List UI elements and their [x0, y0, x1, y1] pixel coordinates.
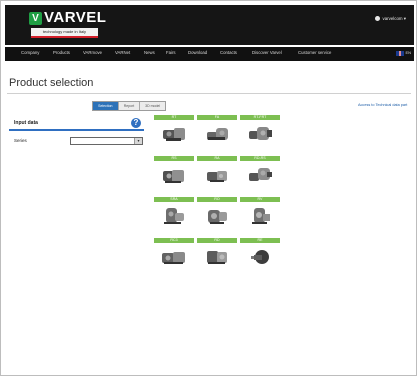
product-tile-rd-rs[interactable]: RD-RS — [240, 156, 280, 192]
product-tile-label: RD-RS — [240, 156, 280, 161]
gearbox-motor-icon — [207, 128, 228, 140]
gearbox-motor-icon — [249, 168, 272, 181]
product-tile-label: RC3 — [154, 238, 194, 243]
varvel-logo-text: VARVEL — [44, 9, 107, 26]
product-tile-label: RD — [197, 238, 237, 243]
page-title: Product selection — [9, 77, 94, 89]
nav-item-news[interactable]: News — [144, 50, 155, 55]
gearbox-motor-icon — [163, 128, 185, 141]
tab-3d-model[interactable]: 3D model — [140, 102, 165, 110]
product-tile-fa[interactable]: FA — [197, 115, 237, 151]
product-tile-label: RS — [154, 156, 194, 161]
varvel-logo-icon: V — [29, 12, 42, 25]
nav-item-download[interactable]: Download — [188, 50, 207, 55]
series-label: Series — [14, 138, 27, 143]
chevron-down-icon: ▾ — [403, 16, 406, 21]
product-tile-label: RT-FRT — [240, 115, 280, 120]
product-tile-rv[interactable]: RV — [240, 197, 280, 233]
browser-frame: V VARVEL technology made in Italy varvel… — [0, 0, 417, 376]
chevron-down-icon: ▾ — [134, 138, 142, 144]
gearbox-motor-icon — [252, 208, 270, 224]
gearbox-motor-icon — [162, 252, 185, 264]
gearbox-motor-icon — [207, 251, 227, 264]
product-grid: RT FA RT-FRT RS RA RD-RS SRA RO RV RC3 R… — [154, 115, 280, 275]
product-tile-sra[interactable]: SRA — [154, 197, 194, 233]
user-menu[interactable]: varvelcom ▾ — [375, 16, 406, 22]
tagline: technology made in Italy — [31, 28, 98, 38]
nav-item-contacts[interactable]: Contacts — [220, 50, 237, 55]
gearbox-motor-icon — [164, 208, 184, 224]
title-divider — [7, 93, 411, 94]
product-tile-rt-frt[interactable]: RT-FRT — [240, 115, 280, 151]
selection-tabs: Selection Report 3D model — [92, 101, 166, 111]
product-tile-ra[interactable]: RA — [197, 156, 237, 192]
help-icon[interactable]: ? — [131, 118, 141, 128]
gearbox-motor-icon — [163, 170, 184, 183]
tab-report[interactable]: Report — [118, 102, 141, 110]
nav-item-varmove[interactable]: VARmove — [83, 50, 102, 55]
user-icon — [375, 16, 381, 22]
nav-item-discover-varvel[interactable]: Discover Varvel — [252, 50, 282, 55]
technical-data-link[interactable]: Access to Technical data part — [358, 103, 407, 107]
motor-icon — [251, 250, 269, 264]
gearbox-motor-icon — [208, 210, 227, 224]
input-data-panel: Input data ? Series ▾ — [9, 118, 144, 151]
product-tile-rs[interactable]: RS — [154, 156, 194, 192]
product-tile-label: SRA — [154, 197, 194, 202]
product-tile-label: RO — [197, 197, 237, 202]
language-flag-icon[interactable] — [396, 51, 404, 56]
series-select[interactable]: ▾ — [70, 137, 143, 145]
site-header: V VARVEL technology made in Italy varvel… — [5, 5, 414, 45]
product-tile-rc3[interactable]: RC3 — [154, 238, 194, 274]
product-tile-rt[interactable]: RT — [154, 115, 194, 151]
product-tile-ro[interactable]: RO — [197, 197, 237, 233]
gearbox-motor-icon — [249, 127, 272, 140]
varvel-logo[interactable]: V VARVEL technology made in Italy — [29, 9, 106, 40]
product-tile-label: RV — [240, 197, 280, 202]
language-selector[interactable]: EN — [405, 50, 411, 55]
product-tile-label: RT — [154, 115, 194, 120]
nav-item-products[interactable]: Products — [53, 50, 70, 55]
tab-selection[interactable]: Selection — [93, 102, 119, 110]
main-navigation: Company Products VARmove VARNet News Fai… — [5, 47, 414, 61]
user-menu-label: varvelcom — [382, 16, 403, 21]
product-tile-re[interactable]: RE — [240, 238, 280, 274]
nav-item-fairs[interactable]: Fairs — [166, 50, 176, 55]
product-tile-rd[interactable]: RD — [197, 238, 237, 274]
nav-item-company[interactable]: Company — [21, 50, 39, 55]
product-tile-label: FA — [197, 115, 237, 120]
input-data-title: Input data — [14, 120, 38, 126]
product-tile-label: RA — [197, 156, 237, 161]
gearbox-motor-icon — [207, 171, 227, 182]
nav-item-customer-service[interactable]: Customer service — [298, 50, 331, 55]
panel-divider — [9, 129, 144, 131]
product-tile-label: RE — [240, 238, 280, 243]
nav-item-varnet[interactable]: VARNet — [115, 50, 130, 55]
